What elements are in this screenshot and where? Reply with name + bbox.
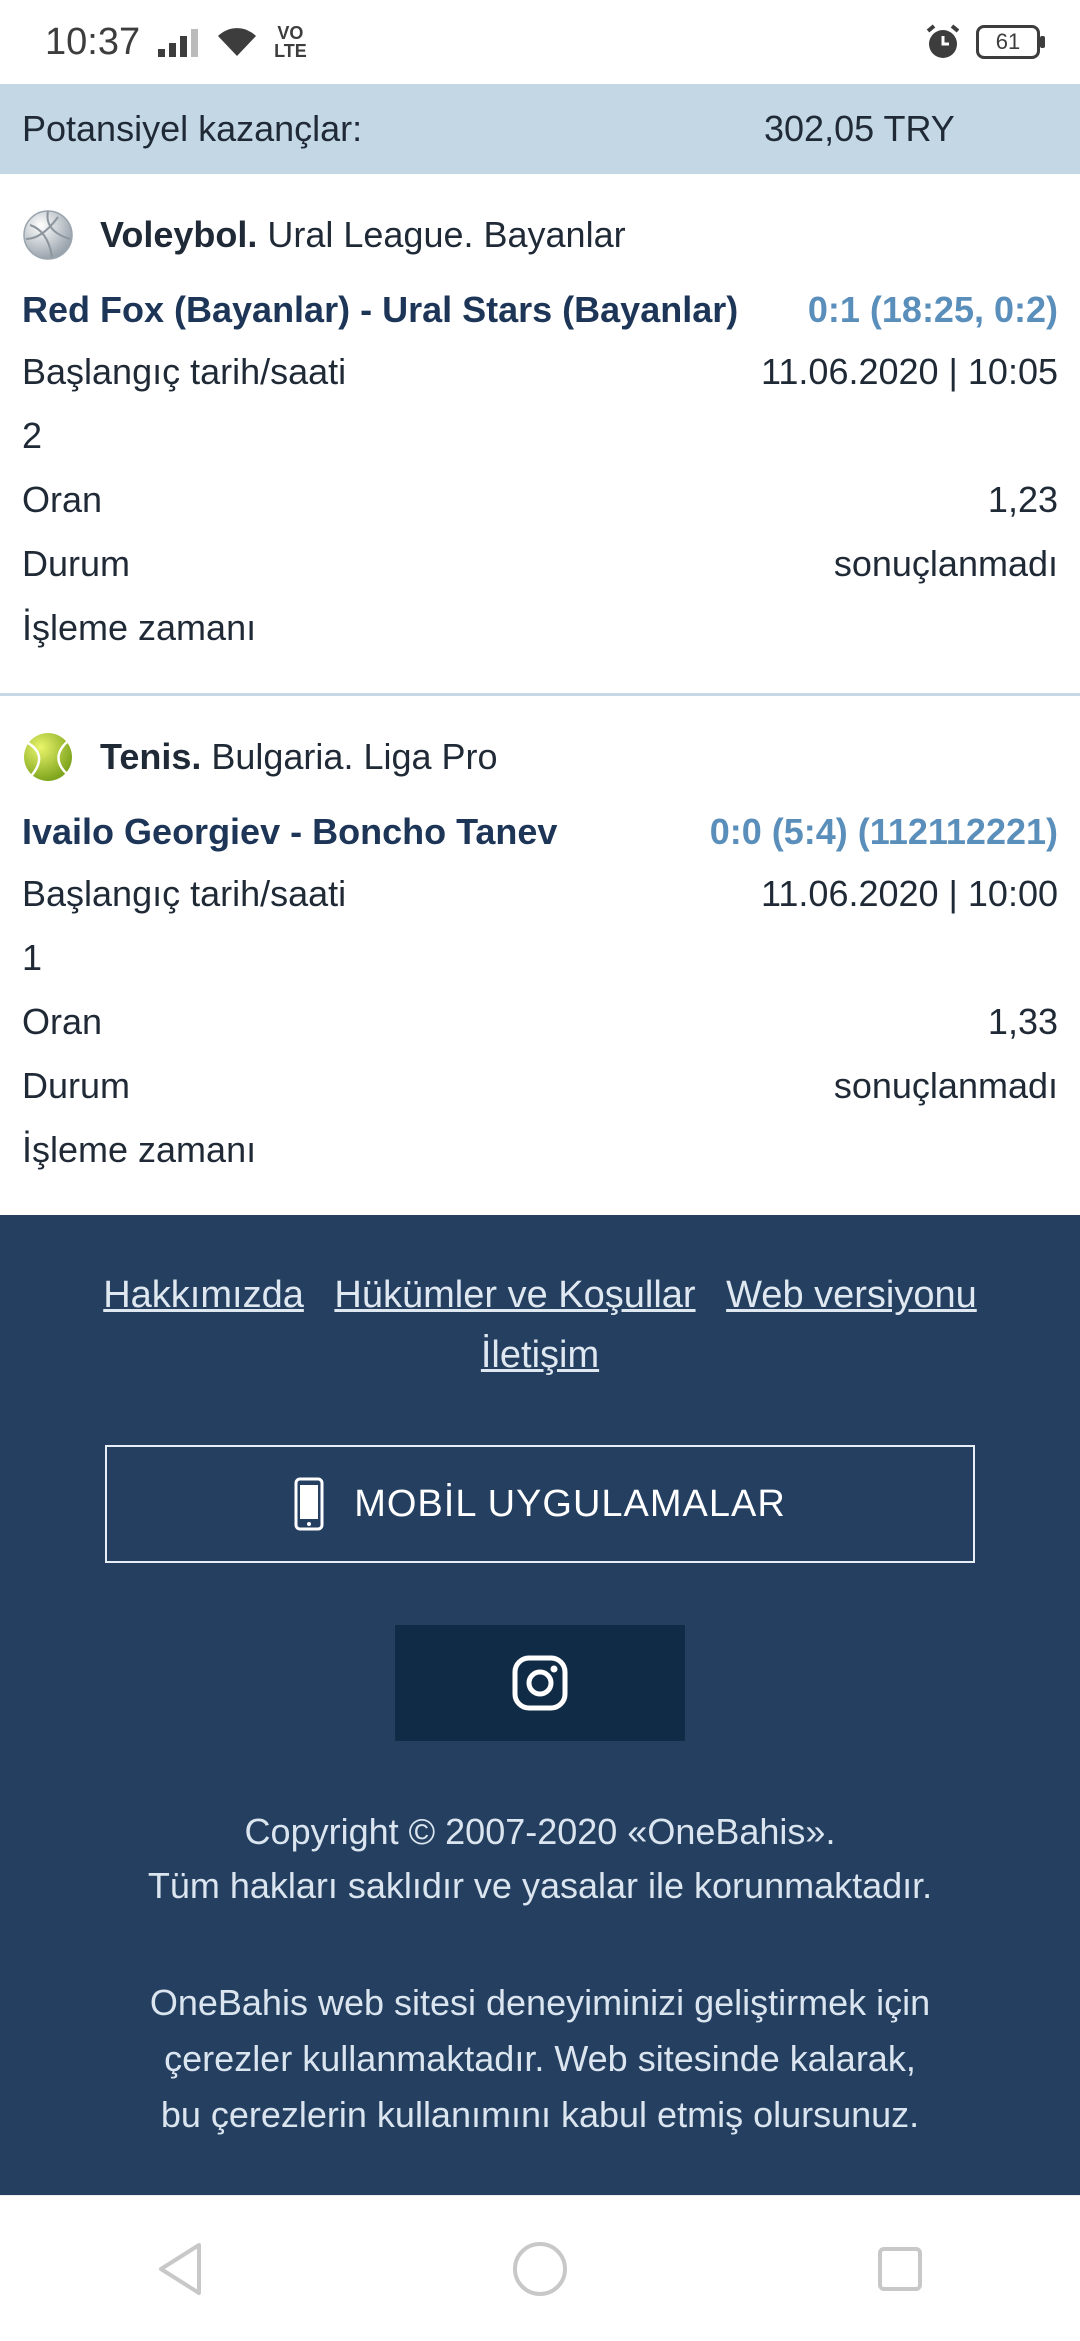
- nav-home-button[interactable]: [510, 2239, 570, 2299]
- bet-card-1: Voleybol. Ural League. Bayanlar Red Fox …: [0, 190, 1080, 660]
- bet-odds-value: 1,33: [987, 1001, 1058, 1042]
- copyright-text: Copyright © 2007-2020 «OneBahis». Tüm ha…: [147, 1811, 933, 1906]
- link-about[interactable]: Hakkımızda: [103, 1274, 304, 1316]
- bet-pick: 1: [22, 937, 43, 978]
- status-right: 61: [924, 23, 1045, 61]
- bet-start-row: Başlangıç tarih/saati 11.06.2020 | 10:00: [22, 862, 1058, 926]
- bet-odds-label: Oran: [22, 1001, 103, 1042]
- bet-score: 0:1 (18:25, 0:2): [807, 289, 1058, 330]
- bet-processing-row: İşleme zamanı: [22, 596, 1058, 660]
- bet-processing-row: İşleme zamanı: [22, 1118, 1058, 1182]
- link-terms[interactable]: Hükümler ve Koşullar: [334, 1274, 695, 1316]
- link-contact[interactable]: İletişim: [481, 1334, 599, 1376]
- bet-score: 0:0 (5:4) (112112221): [709, 811, 1058, 852]
- recents-square-icon: [878, 2246, 922, 2291]
- bet-pick-row: 2: [22, 404, 1058, 468]
- alarm-icon: [926, 24, 960, 58]
- potential-winnings-value: 302,05 TRY: [764, 108, 955, 149]
- bet-start-label: Başlangıç tarih/saati: [22, 351, 347, 392]
- instagram-icon: [512, 1655, 568, 1711]
- bet-status-label: Durum: [22, 543, 131, 584]
- mobile-phone-icon: [294, 1477, 324, 1531]
- bet-status-row: Durum sonuçlanmadı: [22, 1054, 1058, 1118]
- bet-sport-row: Tenis. Bulgaria. Liga Pro: [22, 712, 1058, 802]
- bet-status-value: sonuçlanmadı: [833, 543, 1058, 584]
- status-left: 10:37 VO LTE: [45, 21, 307, 64]
- system-nav-bar: [0, 2195, 1080, 2341]
- bet-pick: 2: [22, 415, 43, 456]
- tennis-ball-icon: [24, 733, 72, 781]
- bet-start-row: Başlangıç tarih/saati 11.06.2020 | 10:05: [22, 340, 1058, 404]
- bet-processing-label: İşleme zamanı: [22, 1129, 257, 1170]
- home-circle-icon: [513, 2241, 567, 2296]
- volte-badge: VO LTE: [274, 23, 307, 61]
- bet-league: Ural League. Bayanlar: [267, 214, 626, 255]
- link-web-version[interactable]: Web versiyonu: [726, 1274, 977, 1316]
- bet-divider: [0, 693, 1080, 696]
- bet-sport-row: Voleybol. Ural League. Bayanlar: [22, 190, 1058, 280]
- back-triangle-icon: [159, 2242, 201, 2295]
- mobile-apps-label: MOBİL UYGULAMALAR: [354, 1482, 786, 1525]
- bet-match: Ivailo Georgiev - Boncho Tanev: [22, 811, 558, 852]
- status-bar: 10:37 VO LTE 61: [0, 0, 1080, 84]
- signal-icon: [158, 29, 199, 57]
- bet-processing-label: İşleme zamanı: [22, 607, 257, 648]
- nav-back-button[interactable]: [150, 2239, 210, 2299]
- bet-pick-row: 1: [22, 926, 1058, 990]
- potential-winnings-label: Potansiyel kazançlar:: [22, 108, 363, 149]
- bet-odds-label: Oran: [22, 479, 103, 520]
- footer-links: Hakkımızda Hükümler ve Koşullar Web vers…: [0, 1265, 1080, 1385]
- battery-icon: 61: [976, 25, 1045, 59]
- volleyball-icon: [23, 210, 73, 260]
- instagram-button[interactable]: [395, 1625, 685, 1741]
- bet-status-label: Durum: [22, 1065, 131, 1106]
- battery-level: 61: [995, 29, 1021, 54]
- site-footer: Hakkımızda Hükümler ve Koşullar Web vers…: [0, 1215, 1080, 2195]
- bet-odds-value: 1,23: [987, 479, 1058, 520]
- bet-status-row: Durum sonuçlanmadı: [22, 532, 1058, 596]
- bet-odds-row: Oran 1,23: [22, 468, 1058, 532]
- mobile-apps-button[interactable]: MOBİL UYGULAMALAR: [105, 1445, 975, 1563]
- bet-sport: Voleybol.: [100, 214, 258, 255]
- wifi-icon: [218, 28, 257, 56]
- bet-card-2: Tenis. Bulgaria. Liga Pro Ivailo Georgie…: [0, 712, 1080, 1182]
- bet-start-value: 11.06.2020 | 10:05: [761, 351, 1058, 392]
- bet-start-value: 11.06.2020 | 10:00: [761, 873, 1058, 914]
- nav-recents-button[interactable]: [870, 2239, 930, 2299]
- bet-odds-row: Oran 1,33: [22, 990, 1058, 1054]
- bet-status-value: sonuçlanmadı: [833, 1065, 1058, 1106]
- potential-winnings-bar: Potansiyel kazançlar: 302,05 TRY: [0, 84, 1080, 174]
- cookie-notice: OneBahis web sitesi deneyiminizi gelişti…: [149, 1982, 931, 2135]
- bet-sport: Tenis.: [100, 736, 202, 777]
- status-time: 10:37: [45, 20, 141, 63]
- bet-match-row: Ivailo Georgiev - Boncho Tanev 0:0 (5:4)…: [22, 802, 1058, 862]
- bet-match-row: Red Fox (Bayanlar) - Ural Stars (Bayanla…: [22, 280, 1058, 340]
- bet-start-label: Başlangıç tarih/saati: [22, 873, 347, 914]
- bet-league: Bulgaria. Liga Pro: [211, 736, 498, 777]
- bet-match: Red Fox (Bayanlar) - Ural Stars (Bayanla…: [22, 289, 739, 330]
